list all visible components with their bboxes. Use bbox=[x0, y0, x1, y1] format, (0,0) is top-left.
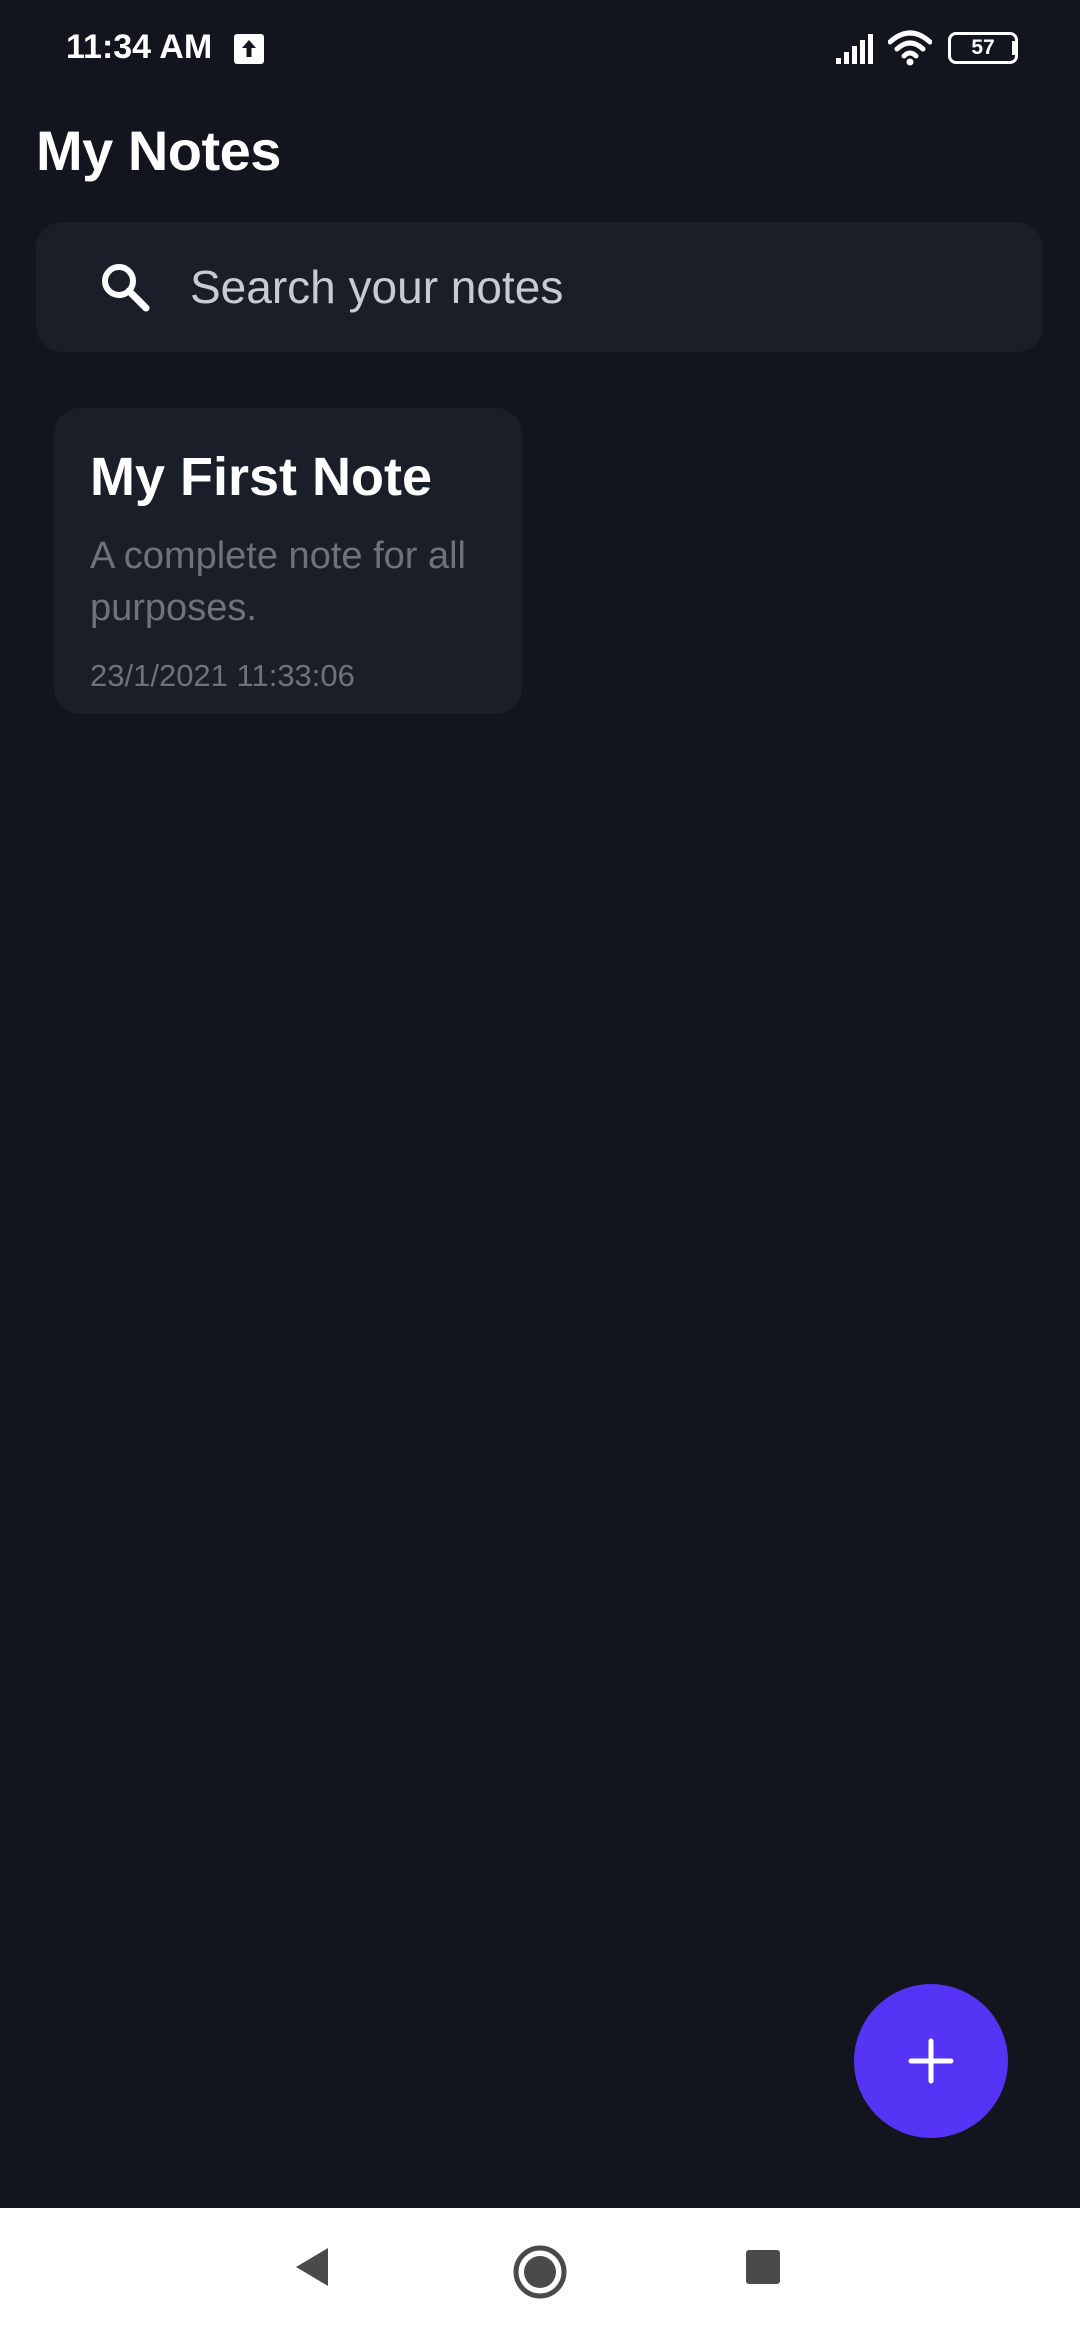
page-title: My Notes bbox=[36, 119, 281, 182]
battery-tip bbox=[1012, 41, 1017, 55]
signal-icon bbox=[834, 32, 876, 71]
note-card[interactable]: My First Note A complete note for all pu… bbox=[54, 408, 522, 714]
note-body: A complete note for all purposes. bbox=[90, 535, 466, 629]
back-icon[interactable] bbox=[292, 2244, 332, 2295]
battery-icon: 57 bbox=[948, 32, 1018, 64]
add-note-button[interactable] bbox=[854, 1984, 1008, 2138]
search-icon bbox=[98, 260, 154, 321]
navigation-bar bbox=[0, 2208, 1080, 2340]
note-title: My First Note bbox=[90, 447, 433, 507]
status-time: 11:34 AM bbox=[66, 28, 213, 66]
battery-level: 57 bbox=[971, 36, 995, 59]
notes-screen: 11:34 AM 57 My Notes Search your notes M… bbox=[0, 0, 1080, 2340]
plus-icon bbox=[908, 2038, 954, 2084]
note-date: 23/1/2021 11:33:06 bbox=[90, 658, 355, 693]
search-bar[interactable] bbox=[36, 222, 1043, 352]
recents-icon[interactable] bbox=[746, 2250, 780, 2284]
upload-icon bbox=[234, 34, 264, 64]
home-icon[interactable] bbox=[512, 2244, 568, 2305]
wifi-icon bbox=[887, 30, 933, 71]
search-input[interactable] bbox=[190, 252, 1010, 322]
status-bar: 11:34 AM 57 bbox=[0, 0, 1080, 100]
